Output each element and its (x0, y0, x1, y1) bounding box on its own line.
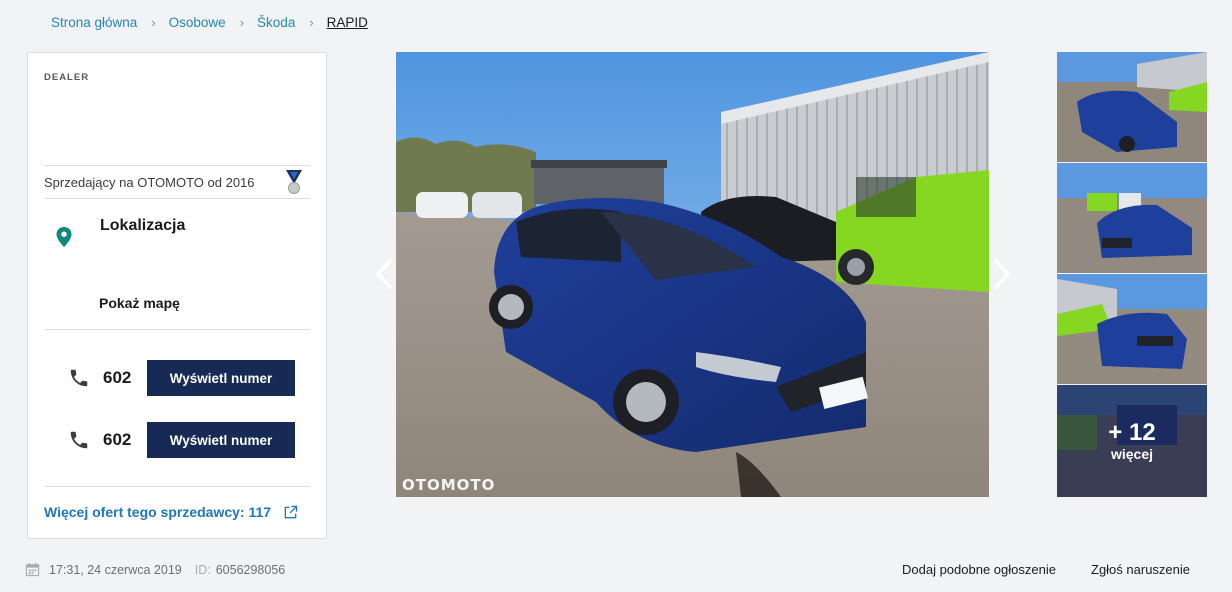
divider (44, 486, 310, 487)
phone-icon (70, 431, 88, 449)
show-map-link[interactable]: Pokaż mapę (99, 295, 180, 311)
chevron-right-icon: › (151, 15, 156, 30)
divider (44, 329, 310, 330)
breadcrumb-model[interactable]: RAPID (327, 15, 368, 30)
more-offers-label: Więcej ofert tego sprzedawcy: 117 (44, 504, 272, 520)
thumbnail-image (1057, 274, 1207, 384)
breadcrumb: Strona główna › Osobowe › Škoda › RAPID (51, 15, 368, 30)
thumbnail-image (1057, 163, 1207, 273)
more-offers-link[interactable]: Więcej ofert tego sprzedawcy: 117 (44, 504, 298, 520)
breadcrumb-home[interactable]: Strona główna (51, 15, 137, 30)
ad-date: 17:31, 24 czerwca 2019 (49, 562, 182, 577)
calendar-icon (25, 562, 40, 577)
more-photos-button[interactable]: + 12 więcej (1057, 385, 1207, 497)
external-link-icon (284, 505, 298, 518)
ad-meta: 17:31, 24 czerwca 2019 ID: 6056298056 (25, 562, 285, 577)
divider (44, 198, 310, 199)
arrow-right-icon[interactable] (990, 258, 1014, 290)
dealer-label: DEALER (44, 72, 90, 83)
photo-watermark: OTOMOTO (402, 476, 495, 494)
medal-icon (286, 170, 302, 194)
location-title: Lokalizacja (100, 217, 186, 234)
more-photos-count: + 12 (1108, 419, 1156, 446)
phone-row: 602 Wyświetl numer (68, 422, 295, 458)
breadcrumb-category[interactable]: Osobowe (169, 15, 226, 30)
divider (44, 165, 310, 166)
chevron-right-icon: › (239, 15, 245, 30)
add-similar-ad-link[interactable]: Dodaj podobne ogłoszenie (902, 562, 1056, 577)
thumbnail-image (1057, 52, 1207, 162)
main-photo[interactable]: OTOMOTO (396, 52, 989, 497)
phone-number: 602 (103, 368, 132, 387)
phone-icon (70, 369, 88, 387)
ad-id-label: ID: (194, 562, 211, 577)
arrow-left-icon[interactable] (372, 258, 396, 290)
show-number-button[interactable]: Wyświetl numer (147, 360, 295, 396)
ad-id-value: 6056298056 (215, 562, 286, 577)
thumbnail[interactable] (1057, 52, 1207, 162)
report-violation-link[interactable]: Zgłoś naruszenie (1091, 562, 1190, 577)
location-pin-icon (56, 227, 72, 247)
show-number-button[interactable]: Wyświetl numer (147, 422, 295, 458)
thumbnail[interactable] (1057, 274, 1207, 384)
dealer-card: DEALER Sprzedający na OTOMOTO od 2016 Lo… (27, 52, 327, 539)
breadcrumb-make[interactable]: Škoda (257, 15, 295, 30)
phone-number: 602 (103, 430, 132, 449)
thumbnail[interactable] (1057, 163, 1207, 273)
seller-since-text: Sprzedający na OTOMOTO od 2016 (44, 175, 255, 190)
car-photo-image: OTOMOTO (396, 52, 989, 497)
phone-row: 602 Wyświetl numer (68, 360, 295, 396)
more-photos-label: więcej (1110, 446, 1154, 462)
chevron-right-icon: › (309, 15, 314, 30)
